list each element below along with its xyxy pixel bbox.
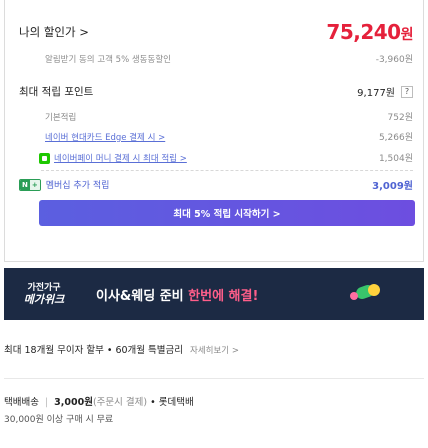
start-points-button[interactable]: 최대 5% 적립 시작하기 > [39,200,415,226]
naver-card-value: 5,266원 [378,133,413,143]
membership-label: 멤버십 추가 적립 [45,181,110,191]
naverpay-icon [39,153,50,164]
shipping-label: 택배배송 [4,397,39,408]
max-points-row: 최대 적립 포인트 9,177원 ? [19,84,413,99]
banner-headline: 이사&웨딩 준비 한번에 해결! [96,288,259,304]
shipping-fee: 3,000원 [54,397,93,408]
basic-points-label: 기본적립 [45,112,77,123]
coupon-text: 알림받기 동의 고객 5% 생동동할인 [45,54,171,65]
max-points-label: 최대 적립 포인트 [19,86,94,98]
max-points-value: 9,177원 [357,88,395,99]
naver-plus-badge-icon: N + [19,178,41,191]
party-decoration-icon [350,278,384,308]
installment-text: 최대 18개월 무이자 할부 • 60개월 특별금리 [4,345,183,356]
dashed-divider [41,170,413,171]
membership-value: 3,009원 [372,181,413,192]
my-price-value: 75,240원 [326,20,413,44]
coupon-row: 알림받기 동의 고객 5% 생동동할인 -3,960원 [45,52,413,66]
basic-points-row: 기본적립 752원 [45,110,413,124]
shipping-carrier: • 롯데택배 [150,397,194,408]
section-divider [4,378,424,379]
shipping-fee-note: (주문시 결제) [92,397,148,408]
basic-points-value: 752원 [387,113,413,123]
price-benefits-box: 나의 할인가 > 75,240원 알림받기 동의 고객 5% 생동동할인 -3,… [4,0,424,262]
mega-week-logo: 가전가구 메가위크 [23,283,65,306]
mega-week-banner[interactable]: 가전가구 메가위크 이사&웨딩 준비 한번에 해결! [4,268,424,320]
naver-card-row[interactable]: 네이버 현대카드 Edge 결제 시 > 5,266원 [45,130,413,144]
naver-card-link[interactable]: 네이버 현대카드 Edge 결제 시 > [45,131,165,143]
installment-more-link[interactable]: 자세히보기 > [190,346,239,356]
naverpay-link[interactable]: 네이버페이 머니 결제 시 최대 적립 > [54,152,187,164]
shipping-info: 택배배송 | 3,000원(주문시 결제) • 롯데택배 [4,397,194,408]
installment-info: 최대 18개월 무이자 할부 • 60개월 특별금리 자세히보기 > [4,342,239,356]
help-icon[interactable]: ? [401,85,413,98]
my-price-label[interactable]: 나의 할인가 > [19,24,89,40]
free-shipping-condition: 30,000원 이상 구매 시 무료 [4,415,114,425]
my-price-row[interactable]: 나의 할인가 > 75,240원 [19,20,414,44]
naverpay-row[interactable]: 네이버페이 머니 결제 시 최대 적립 > 1,504원 [39,151,413,164]
naverpay-value: 1,504원 [378,154,413,164]
coupon-value: -3,960원 [375,55,413,65]
membership-row: N + 멤버십 추가 적립 3,009원 [19,177,413,192]
